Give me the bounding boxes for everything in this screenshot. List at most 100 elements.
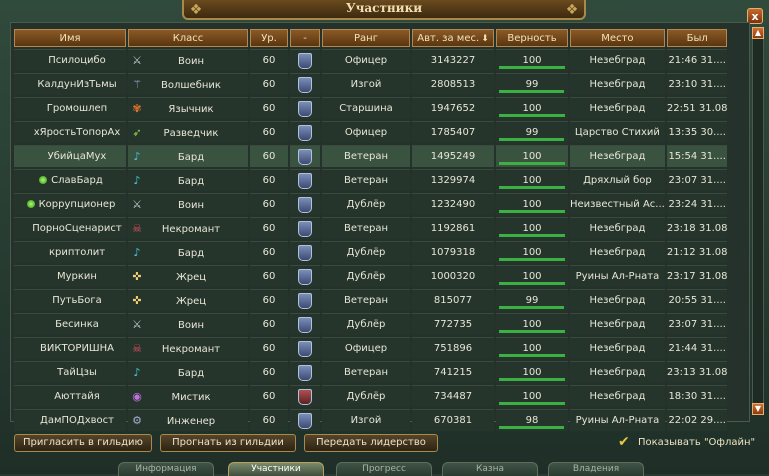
member-class: Бард — [177, 175, 205, 187]
window-title: Участники — [345, 1, 423, 15]
member-last-seen: 15:54 31.... — [666, 145, 728, 167]
table-row[interactable]: ДамПОДхвост ⚙ Инженер 60 Изгой 670381 98 Руины … — [14, 409, 728, 431]
col-header-seen[interactable]: Был — [666, 29, 728, 47]
member-loyalty: 100 — [522, 174, 542, 186]
table-row[interactable]: ТайЦзы ♪ Бард 60 Ветеран 741215 100 Незебград 23… — [14, 361, 728, 383]
member-name: Аюттайя — [54, 391, 100, 402]
online-status-icon — [36, 56, 44, 64]
online-status-icon — [28, 344, 36, 352]
member-auth: 741215 — [412, 361, 494, 383]
loyalty-bar — [499, 161, 565, 165]
show-offline-toggle[interactable]: ✔ Показывать "Офлайн" — [618, 434, 755, 452]
member-name: УбийцаМух — [47, 151, 107, 162]
member-class-cell: ⚔ Воин — [128, 313, 248, 335]
member-place: Незебград — [570, 361, 665, 383]
guild-emblem-icon — [298, 316, 312, 333]
lute-icon: ♪ — [133, 149, 141, 163]
member-last-seen: 13:35 30.... — [666, 121, 728, 143]
member-level: 60 — [250, 313, 288, 335]
table-row[interactable]: хЯростьТопорАх ➶ Разведчик 60 Офицер 1785407 9… — [14, 121, 728, 143]
member-name: ПутьБога — [52, 295, 102, 306]
guild-window: Участники ❖ ❖ x Имя Класс Ур. - Ранг Авт… — [0, 0, 769, 476]
table-row[interactable]: Аюттайя ◉ Мистик 60 Дублёр 734487 100 Незебград… — [14, 385, 728, 407]
member-guild-cell — [290, 385, 320, 407]
lute-icon: ♪ — [133, 245, 141, 259]
member-name: хЯростьТопорАх — [33, 127, 121, 138]
member-class-cell: ⚙ Инженер — [128, 409, 248, 431]
member-name-cell: ТайЦзы — [14, 361, 126, 383]
table-row[interactable]: ПутьБога ✜ Жрец 60 Ветеран 815077 99 Незебград 2… — [14, 289, 728, 311]
col-header-auth[interactable]: Авт. за мес. ⬇ — [412, 29, 494, 47]
scroll-up-icon[interactable]: ▲ — [752, 27, 764, 39]
table-row[interactable]: УбийцаМух ♪ Бард 60 Ветеран 1495249 100 Незебгр… — [14, 145, 728, 167]
member-class-cell: ♪ Бард — [128, 145, 248, 167]
member-last-seen: 23:07 31.... — [666, 169, 728, 191]
table-row[interactable]: Коррупционер ⚔ Воин 60 Дублёр 1232490 100 Неизв… — [14, 193, 728, 215]
member-class-cell: ⚔ Воин — [128, 193, 248, 215]
col-header-class[interactable]: Класс — [128, 29, 248, 47]
col-header-place[interactable]: Место — [570, 29, 665, 47]
checkmark-icon[interactable]: ✔ — [618, 435, 632, 449]
member-guild-cell — [290, 121, 320, 143]
table-row[interactable]: Муркин ✜ Жрец 60 Дублёр 1000320 100 Руины Ал-Рн… — [14, 265, 728, 287]
skull-icon: ☠ — [132, 221, 142, 235]
scrollbar[interactable]: ▲ ▼ — [752, 27, 764, 415]
member-last-seen: 23:10 31.... — [666, 73, 728, 95]
member-class: Мистик — [171, 391, 211, 403]
online-status-icon — [36, 152, 44, 160]
member-guild-cell — [290, 241, 320, 263]
member-last-seen: 22:02 29.... — [666, 409, 728, 431]
members-table: Имя Класс Ур. - Ранг Авт. за мес. ⬇ Верно… — [12, 27, 729, 433]
guild-emblem-icon — [298, 172, 312, 189]
online-status-icon — [43, 320, 51, 328]
member-loyalty: 99 — [525, 126, 539, 138]
table-row[interactable]: Псилоцибо ⚔ Воин 60 Офицер 3143227 100 Незебгра… — [14, 49, 728, 71]
member-guild-cell — [290, 265, 320, 287]
online-status-icon — [22, 128, 30, 136]
member-auth: 1785407 — [412, 121, 494, 143]
table-row[interactable]: СлавБард ♪ Бард 60 Ветеран 1329974 100 Дряхлый … — [14, 169, 728, 191]
sword-icon: ⚔ — [132, 197, 142, 211]
member-class-cell: ✾ Язычник — [128, 97, 248, 119]
member-class: Некромант — [161, 343, 221, 355]
member-name-cell: УбийцаМух — [14, 145, 126, 167]
member-loyalty-cell: 99 — [496, 289, 568, 311]
online-status-icon — [26, 200, 35, 208]
member-loyalty-cell: 100 — [496, 145, 568, 167]
kick-button[interactable]: Прогнать из гильдии — [160, 434, 296, 452]
member-rank: Дублёр — [322, 193, 410, 215]
table-row[interactable]: криптолит ♪ Бард 60 Дублёр 1079318 100 Незебгра… — [14, 241, 728, 263]
table-row[interactable]: ВИКТОРИШНА ☠ Некромант 60 Офицер 751896 100 Нез… — [14, 337, 728, 359]
col-header-level[interactable]: Ур. — [250, 29, 288, 47]
member-name: Муркин — [57, 271, 97, 282]
table-row[interactable]: ПорноСценарист ☠ Некромант 60 Ветеран 1192861… — [14, 217, 728, 239]
guild-emblem-icon — [298, 268, 312, 285]
sword-icon: ⚔ — [132, 53, 142, 67]
invite-button[interactable]: Пригласить в гильдию — [14, 434, 152, 452]
member-auth: 734487 — [412, 385, 494, 407]
table-row[interactable]: КалдунИзТьмы ⚚ Волшебник 60 Изгой 2808513 99 Не… — [14, 73, 728, 95]
col-header-guild[interactable]: - — [290, 29, 320, 47]
table-row[interactable]: Громошлеп ✾ Язычник 60 Старшина 1947652 100 Нез… — [14, 97, 728, 119]
member-last-seen: 23:13 31.08 — [666, 361, 728, 383]
transfer-leadership-button[interactable]: Передать лидерство — [304, 434, 438, 452]
member-name-cell: Громошлеп — [14, 97, 126, 119]
skull-icon: ☠ — [132, 341, 142, 355]
guild-emblem-icon — [298, 100, 312, 117]
col-header-rank[interactable]: Ранг — [322, 29, 410, 47]
member-class: Волшебник — [161, 79, 221, 91]
online-status-icon — [37, 248, 45, 256]
member-name: Псилоцибо — [48, 55, 106, 66]
col-header-name[interactable]: Имя — [14, 29, 126, 47]
loyalty-bar — [499, 353, 565, 357]
member-class-cell: ✜ Жрец — [128, 289, 248, 311]
member-loyalty-cell: 99 — [496, 121, 568, 143]
member-auth: 1232490 — [412, 193, 494, 215]
loyalty-bar — [499, 89, 565, 93]
scroll-down-icon[interactable]: ▼ — [752, 403, 764, 415]
table-row[interactable]: Бесинка ⚔ Воин 60 Дублёр 772735 100 Незебград 23… — [14, 313, 728, 335]
col-header-loyalty[interactable]: Верность — [496, 29, 568, 47]
member-class: Бард — [177, 247, 205, 259]
member-level: 60 — [250, 409, 288, 431]
member-name-cell: Аюттайя — [14, 385, 126, 407]
